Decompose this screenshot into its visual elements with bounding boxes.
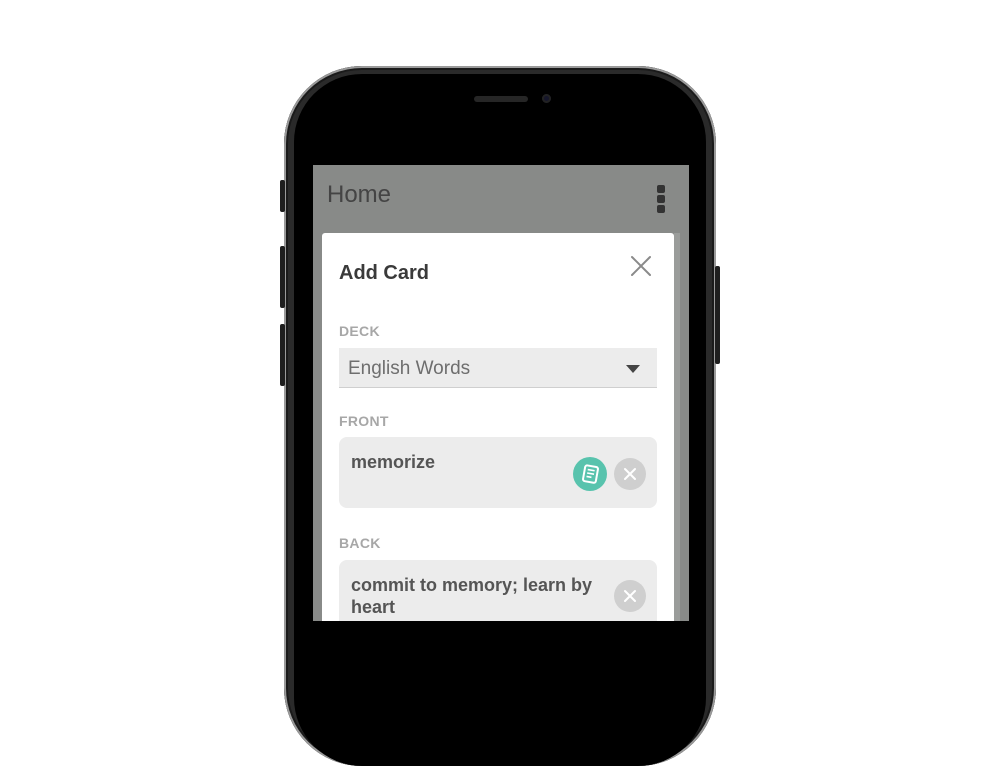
front-label: FRONT xyxy=(339,413,389,429)
close-icon[interactable] xyxy=(629,254,653,278)
front-input[interactable]: memorize xyxy=(339,437,657,508)
volume-down-button xyxy=(280,324,285,386)
volume-up-button xyxy=(280,246,285,308)
add-card-dialog: Add Card DECK English Words FRONT memori… xyxy=(322,233,674,621)
deck-selected-value: English Words xyxy=(348,358,471,379)
clear-icon[interactable] xyxy=(614,580,646,612)
speaker-grille xyxy=(474,96,528,102)
back-input[interactable]: commit to memory; learn by heart xyxy=(339,560,657,621)
clear-icon[interactable] xyxy=(614,458,646,490)
deck-label: DECK xyxy=(339,323,380,339)
more-vertical-icon[interactable] xyxy=(653,183,669,215)
dialog-title: Add Card xyxy=(339,262,429,284)
background-scrollbar xyxy=(674,233,680,621)
front-camera xyxy=(542,94,551,103)
deck-select[interactable]: English Words xyxy=(339,348,657,388)
mute-switch xyxy=(280,180,285,212)
back-input-text: commit to memory; learn by heart xyxy=(351,575,593,617)
power-button xyxy=(715,266,720,364)
caret-down-icon xyxy=(626,365,640,373)
app-screen: Home Add Card DECK English Words FRONT m… xyxy=(313,165,689,621)
book-icon[interactable] xyxy=(573,457,607,491)
front-input-text: memorize xyxy=(351,452,436,472)
back-label: BACK xyxy=(339,535,381,551)
app-bar-title: Home xyxy=(327,181,392,208)
